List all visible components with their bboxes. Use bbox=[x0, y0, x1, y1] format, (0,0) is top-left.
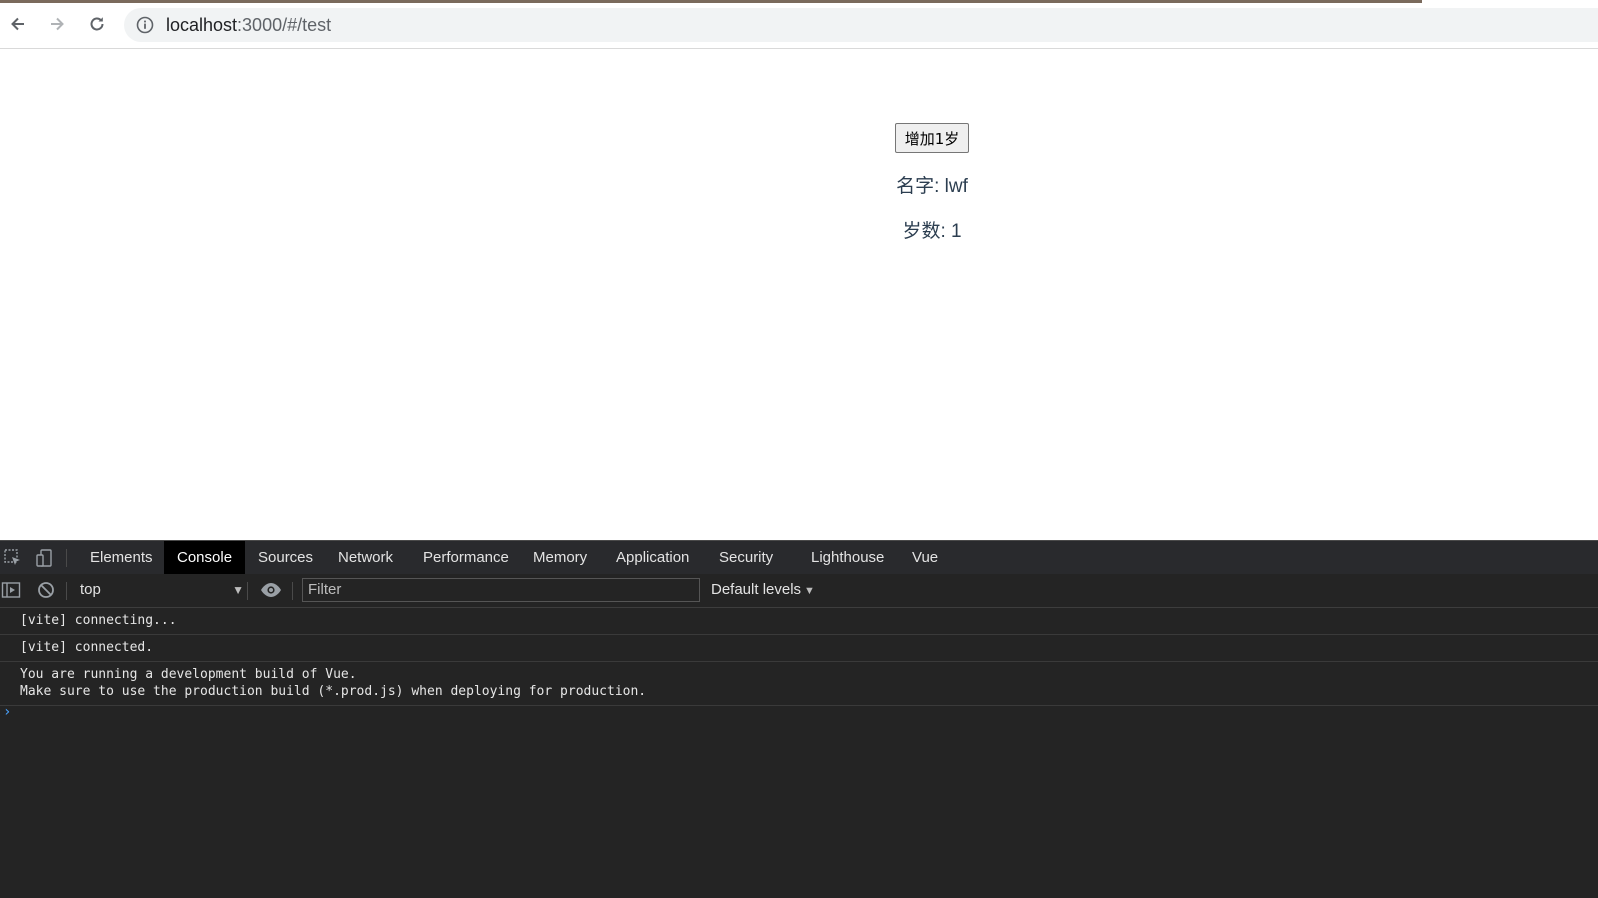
console-message: You are running a development build of V… bbox=[0, 662, 1598, 706]
devtools-tab-bar: Elements Console Sources Network Perform… bbox=[0, 540, 1598, 576]
tab-sources[interactable]: Sources bbox=[245, 541, 326, 575]
tab-performance[interactable]: Performance bbox=[410, 541, 522, 575]
arrow-right-icon bbox=[51, 17, 64, 31]
reload-button[interactable] bbox=[84, 11, 110, 37]
log-levels-dropdown[interactable]: Default levels ▼ bbox=[711, 578, 815, 602]
context-value: top bbox=[80, 581, 101, 598]
devtools-panel: Elements Console Sources Network Perform… bbox=[0, 540, 1598, 898]
page-viewport: 增加1岁 名字: lwf 岁数: 1 bbox=[0, 49, 1598, 540]
console-message: [vite] connecting... bbox=[0, 608, 1598, 635]
increase-age-button[interactable]: 增加1岁 bbox=[894, 123, 970, 153]
tab-lighthouse[interactable]: Lighthouse bbox=[798, 541, 897, 575]
inspect-element-icon[interactable] bbox=[3, 548, 23, 568]
tab-network[interactable]: Network bbox=[325, 541, 406, 575]
filter-input[interactable]: Filter bbox=[302, 578, 700, 602]
tab-application[interactable]: Application bbox=[603, 541, 702, 575]
url-host: localhost bbox=[166, 15, 238, 35]
arrow-left-icon bbox=[11, 17, 24, 31]
toolbar-divider bbox=[247, 582, 248, 600]
toolbar-divider bbox=[66, 582, 67, 600]
clear-console-icon[interactable] bbox=[36, 580, 56, 600]
toolbar-divider bbox=[292, 582, 293, 600]
device-toolbar-icon[interactable] bbox=[34, 548, 54, 568]
console-messages: [vite] connecting... [vite] connected. Y… bbox=[0, 608, 1598, 706]
back-button[interactable] bbox=[5, 11, 31, 37]
dropdown-triangle-icon: ▼ bbox=[804, 585, 815, 597]
app-root: 增加1岁 名字: lwf 岁数: 1 bbox=[852, 123, 1012, 244]
browser-toolbar: localhost:3000/#/test bbox=[0, 3, 1598, 49]
dropdown-triangle-icon: ▼ bbox=[232, 583, 244, 597]
sidebar-toggle-icon[interactable] bbox=[1, 580, 21, 600]
toolbar-divider bbox=[66, 549, 67, 567]
forward-button[interactable] bbox=[44, 11, 70, 37]
tab-elements[interactable]: Elements bbox=[77, 541, 166, 575]
url-path: :3000/#/test bbox=[237, 15, 332, 35]
eye-icon[interactable] bbox=[260, 580, 282, 600]
url-text: localhost:3000/#/test bbox=[166, 15, 331, 36]
tab-console[interactable]: Console bbox=[164, 541, 246, 575]
log-levels-label: Default levels bbox=[711, 581, 802, 598]
reload-icon bbox=[90, 17, 104, 31]
age-text: 岁数: 1 bbox=[902, 221, 962, 242]
context-selector[interactable]: top ▼ bbox=[72, 578, 248, 602]
console-message: [vite] connected. bbox=[0, 635, 1598, 662]
tab-vue[interactable]: Vue bbox=[899, 541, 951, 575]
console-prompt-chevron-icon[interactable]: › bbox=[3, 704, 11, 720]
name-text: 名字: lwf bbox=[896, 176, 968, 197]
console-toolbar: top ▼ Filter Default levels ▼ bbox=[0, 574, 1598, 608]
info-icon[interactable] bbox=[136, 16, 154, 34]
address-bar[interactable]: localhost:3000/#/test bbox=[124, 8, 1598, 42]
tab-memory[interactable]: Memory bbox=[520, 541, 600, 575]
tab-security[interactable]: Security bbox=[706, 541, 786, 575]
